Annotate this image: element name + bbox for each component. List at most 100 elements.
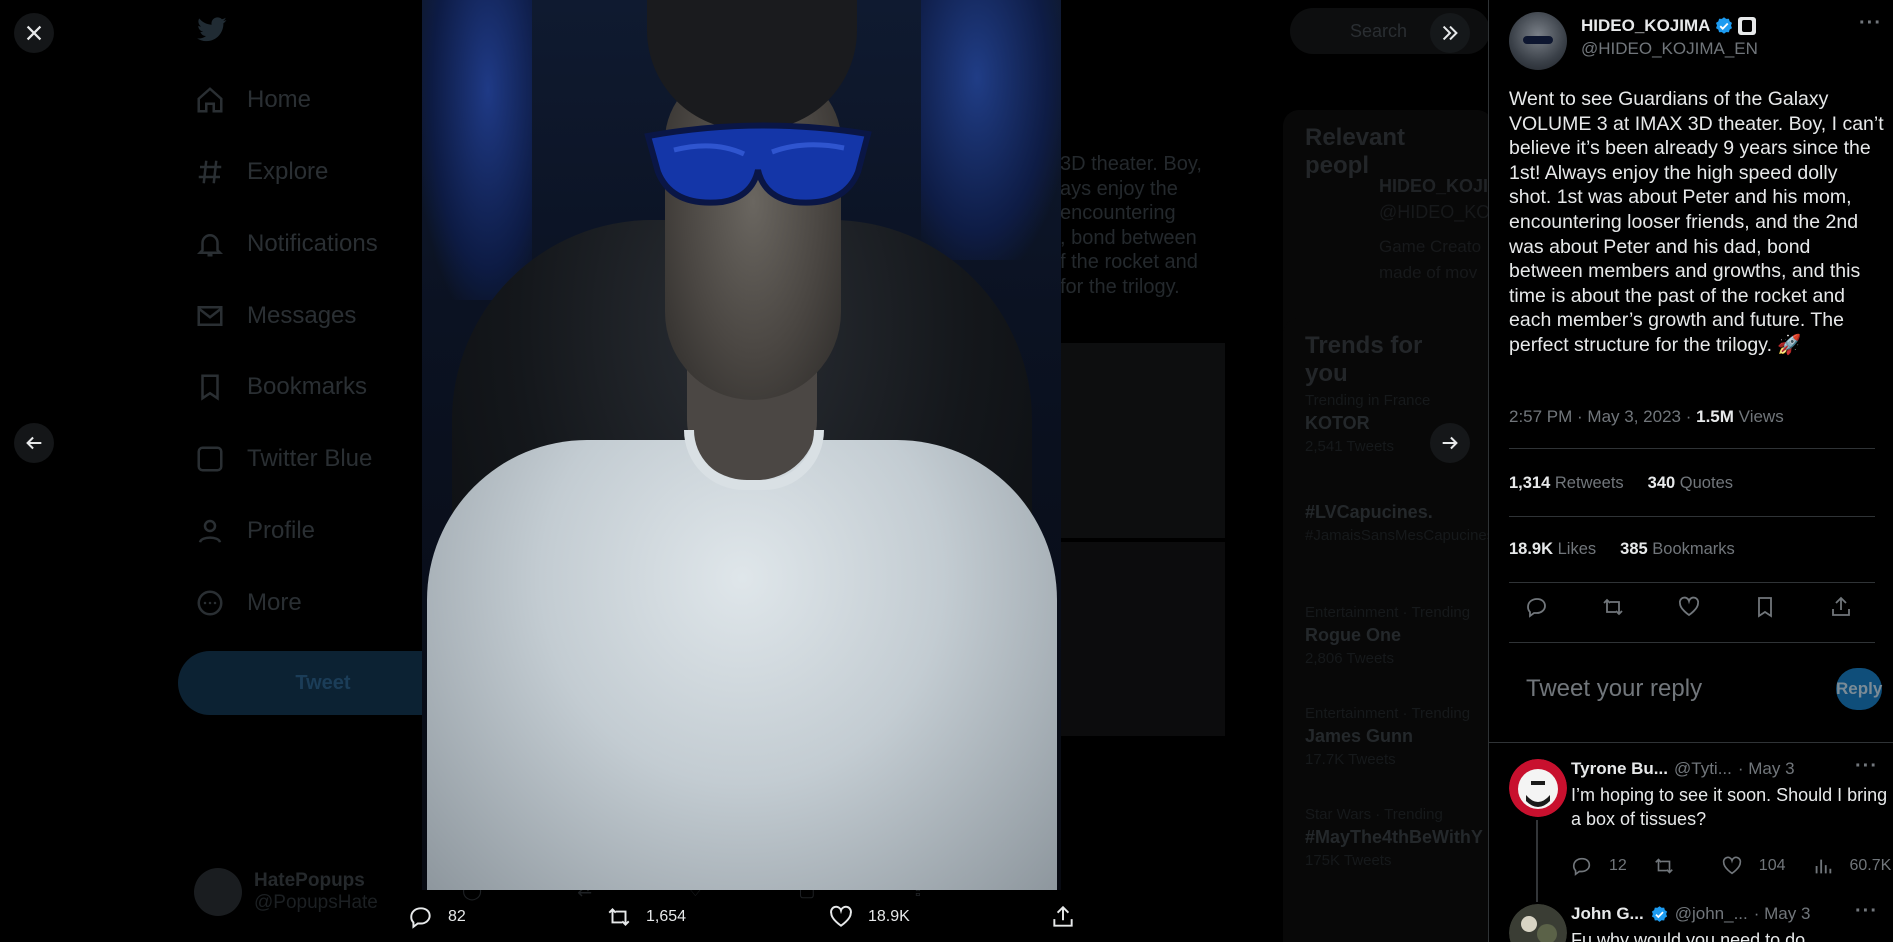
tweet-timestamp[interactable]: 2:57 PM · May 3, 2023 xyxy=(1509,407,1681,426)
close-viewer-button[interactable] xyxy=(14,13,54,53)
nav-twitter-blue-label: Twitter Blue xyxy=(247,445,373,472)
bookmarks-stat[interactable]: 385 Bookmarks xyxy=(1620,540,1735,559)
author-avatar[interactable] xyxy=(1509,12,1567,70)
person-icon xyxy=(198,519,222,543)
reply-input[interactable] xyxy=(1526,675,1836,703)
reply-tweet[interactable]: Tyrone Bu... @Tyti... · May 3 ··· I’m ho… xyxy=(1509,755,1893,876)
nav-bookmarks: Bookmarks xyxy=(195,372,367,402)
nav-messages: Messages xyxy=(195,301,356,331)
bg-trend-name: #MayThe4thBeWithY xyxy=(1305,827,1483,847)
tweet-more-options-icon[interactable]: ··· xyxy=(1859,12,1882,35)
bg-trend-count: 2,806 Tweets xyxy=(1305,650,1394,667)
bg-trend-item: Entertainment · Trending Rogue One 2,806… xyxy=(1305,604,1470,667)
nav-more: More xyxy=(195,588,302,618)
viewer-reply-button[interactable]: 82 xyxy=(408,904,466,930)
tweet-views-count: 1.5M xyxy=(1696,407,1734,426)
divider xyxy=(1509,642,1875,643)
reply-author-handle[interactable]: @john_... xyxy=(1675,904,1748,924)
share-icon xyxy=(1053,905,1073,927)
more-circle-icon xyxy=(197,590,223,616)
verified-badge-icon xyxy=(1651,905,1667,922)
bg-trend-count: 175K Tweets xyxy=(1305,852,1392,869)
quotes-stat[interactable]: 340 Quotes xyxy=(1648,474,1733,493)
bg-user-avatar xyxy=(194,868,242,916)
reply-author-handle[interactable]: @Tyti... xyxy=(1674,759,1732,779)
retweets-stat[interactable]: 1,314 Retweets xyxy=(1509,474,1624,493)
bg-relevant-name: HIDEO_KOJIM xyxy=(1379,176,1488,196)
bookmarks-label: Bookmarks xyxy=(1652,540,1735,558)
heart-icon[interactable] xyxy=(1677,595,1701,619)
tweet-action-bar xyxy=(1525,595,1853,619)
white-shirt xyxy=(427,440,1057,890)
divider xyxy=(1489,742,1893,743)
bg-trend-item: Entertainment · Trending James Gunn 17.7… xyxy=(1305,705,1470,768)
reply-date[interactable]: · May 3 xyxy=(1754,904,1811,924)
tweet-body: Went to see Guardians of the Galaxy VOLU… xyxy=(1509,88,1884,356)
retweet-icon[interactable] xyxy=(1653,855,1675,877)
arrow-left-icon xyxy=(26,436,42,450)
double-chevron-right-icon xyxy=(1442,25,1458,41)
share-icon[interactable] xyxy=(1829,595,1853,619)
reply-more-options-icon[interactable]: ··· xyxy=(1855,755,1878,778)
reply-more-options-icon[interactable]: ··· xyxy=(1855,900,1878,923)
bg-user-name: HatePopups xyxy=(254,870,365,891)
bg-relevant-bio: Game Creato made of mov xyxy=(1379,237,1482,282)
previous-image-button[interactable] xyxy=(14,423,54,463)
reply-date[interactable]: · May 3 xyxy=(1738,759,1795,779)
reply-like-count: 104 xyxy=(1758,857,1786,874)
likes-stat[interactable]: 18.9K Likes xyxy=(1509,540,1596,559)
bg-trend-meta: Entertainment · Trending xyxy=(1305,705,1471,722)
bg-relevant-people: Relevant peopl HIDEO_KOJIM @HIDEO_KO Gam… xyxy=(1283,110,1488,350)
nav-more-label: More xyxy=(247,589,302,616)
retweet-icon[interactable] xyxy=(1601,595,1625,619)
reply-author-name[interactable]: John G... xyxy=(1571,904,1644,924)
reply-button[interactable]: Reply xyxy=(1836,668,1883,710)
heart-icon[interactable] xyxy=(1721,855,1743,877)
bg-trend-meta: Star Wars · Trending xyxy=(1305,806,1443,823)
bg-account-switcher: HatePopups @PopupsHate xyxy=(194,868,378,916)
reply-header: Tyrone Bu... @Tyti... · May 3 xyxy=(1571,759,1795,779)
nav-notifications-label: Notifications xyxy=(247,230,378,257)
viewer-share-button[interactable] xyxy=(1050,904,1076,930)
envelope-icon xyxy=(197,306,223,326)
bg-trends-title: Trends for you xyxy=(1305,332,1423,387)
nav-explore-label: Explore xyxy=(247,158,329,185)
tweet-detail-panel: HIDEO_KOJIMA @HIDEO_KOJIMA_EN ··· Went t… xyxy=(1488,0,1893,942)
home-icon xyxy=(197,87,223,113)
reply-author-name[interactable]: Tyrone Bu... xyxy=(1571,759,1668,779)
collapse-panel-button[interactable] xyxy=(1430,13,1470,53)
tweet-photo[interactable] xyxy=(422,0,1061,890)
bg-trend-meta: Trending in France xyxy=(1305,392,1431,409)
reply-author-avatar[interactable] xyxy=(1509,904,1567,942)
reply-icon xyxy=(410,907,431,929)
bg-tweet-partial-text: 3D theater. Boy, ays enjoy the encounter… xyxy=(1060,153,1202,298)
quotes-count: 340 xyxy=(1647,474,1676,492)
viewer-retweet-button[interactable]: 1,654 xyxy=(606,904,686,930)
bg-tweet-photo-1 xyxy=(1060,343,1225,538)
author-name[interactable]: HIDEO_KOJIMA xyxy=(1581,16,1710,36)
viewer-like-button[interactable]: 18.9K xyxy=(828,904,910,930)
next-image-button[interactable] xyxy=(1430,423,1470,463)
reply-icon[interactable] xyxy=(1571,855,1593,877)
bg-trend-meta: Entertainment · Trending xyxy=(1305,604,1471,621)
bg-trend-count: 17.7K Tweets xyxy=(1305,751,1396,768)
reply-composer: Reply xyxy=(1509,660,1883,718)
arrow-right-icon xyxy=(1442,436,1458,450)
nav-home-label: Home xyxy=(247,86,312,113)
bookmark-icon[interactable] xyxy=(1753,595,1777,619)
tweet-author[interactable]: HIDEO_KOJIMA @HIDEO_KOJIMA_EN xyxy=(1509,12,1758,70)
viewer-reply-count: 82 xyxy=(448,908,466,925)
bookmarks-count: 385 xyxy=(1620,540,1648,558)
divider xyxy=(1509,516,1875,517)
reply-icon[interactable] xyxy=(1525,595,1549,619)
bookmark-icon xyxy=(201,374,219,401)
divider xyxy=(1509,582,1875,583)
author-name-row[interactable]: HIDEO_KOJIMA xyxy=(1581,16,1758,36)
reply-author-avatar[interactable] xyxy=(1509,759,1567,817)
bg-trend-name: Rogue One xyxy=(1305,625,1402,645)
views-chart-icon[interactable] xyxy=(1812,855,1834,877)
divider xyxy=(1509,448,1875,449)
author-handle[interactable]: @HIDEO_KOJIMA_EN xyxy=(1581,39,1758,59)
bg-trend-name: KOTOR xyxy=(1305,413,1370,433)
reply-tweet[interactable]: John G... @john_... · May 3 ··· Fu why w… xyxy=(1509,900,1893,942)
